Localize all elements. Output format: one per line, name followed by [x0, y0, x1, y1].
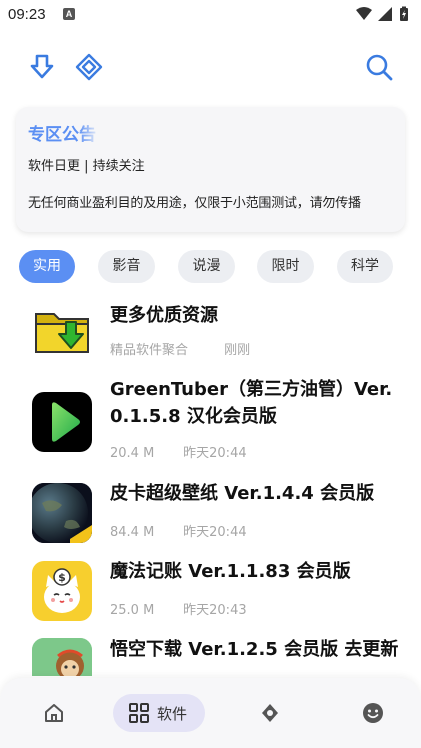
- app-meta: 25.0 M 昨天20:43: [110, 599, 247, 618]
- app-name: 更多优质资源: [110, 305, 218, 326]
- smiley-icon[interactable]: [362, 702, 384, 740]
- notification-icon: A: [63, 8, 75, 20]
- list-item[interactable]: 悟空下载 Ver.1.2.5 会员版 去更新: [0, 635, 421, 676]
- app-time: 刚刚: [224, 343, 251, 358]
- notice-title: 专区公告: [28, 125, 96, 145]
- svg-text:$: $: [58, 571, 66, 584]
- app-meta: 精品软件聚合 刚刚: [110, 339, 250, 358]
- app-size: 25.0 M: [110, 603, 155, 618]
- monkey-icon: [32, 638, 92, 676]
- app-name: 魔法记账 Ver.1.1.83 会员版: [110, 561, 351, 582]
- notice-subtitle: 软件日更 | 持续关注: [28, 159, 145, 174]
- status-time: 09:23: [8, 6, 46, 23]
- wifi-icon: [356, 7, 372, 20]
- app-name: 皮卡超级壁纸 Ver.1.4.4 会员版: [110, 483, 375, 504]
- nav-software-button[interactable]: 软件: [113, 694, 205, 732]
- app-size: 精品软件聚合: [110, 343, 189, 358]
- tab-practical[interactable]: 实用: [19, 250, 75, 283]
- download-icon[interactable]: [27, 52, 57, 82]
- app-name: GreenTuber（第三方油管）Ver. 0.1.5.8 汉化会员版: [110, 379, 393, 427]
- app-list: 更多优质资源 精品软件聚合 刚刚 GreenTuber（第三方油管）Ver. 0…: [0, 296, 421, 676]
- tab-limited[interactable]: 限时: [257, 250, 314, 283]
- nav-software-label: 软件: [157, 705, 188, 723]
- tab-comics[interactable]: 说漫: [178, 250, 235, 283]
- app-meta: 84.4 M 昨天20:44: [110, 521, 247, 540]
- app-time: 昨天20:44: [183, 446, 247, 461]
- folder-download-icon: [32, 300, 92, 360]
- app-size: 20.4 M: [110, 446, 155, 461]
- battery-icon: [400, 6, 408, 21]
- list-item[interactable]: GreenTuber（第三方油管）Ver. 0.1.5.8 汉化会员版 20.4…: [0, 376, 421, 468]
- top-toolbar: [0, 48, 421, 88]
- earth-wallpaper-icon: [32, 483, 92, 543]
- lucky-cat-icon: $: [32, 561, 92, 621]
- software-grid-icon: [129, 703, 149, 727]
- search-icon[interactable]: [364, 52, 394, 82]
- home-icon[interactable]: [44, 704, 64, 742]
- category-tabs: 实用 影音 说漫 限时 科学: [0, 250, 421, 284]
- compass-icon[interactable]: [260, 703, 280, 741]
- app-name: 悟空下载 Ver.1.2.5 会员版 去更新: [110, 639, 399, 660]
- list-item[interactable]: $ 魔法记账 Ver.1.1.83 会员版 25.0 M 昨天20:43: [0, 557, 421, 627]
- tab-media[interactable]: 影音: [98, 250, 155, 283]
- list-item[interactable]: 皮卡超级壁纸 Ver.1.4.4 会员版 84.4 M 昨天20:44: [0, 479, 421, 549]
- notice-card: 专区公告 软件日更 | 持续关注 无任何商业盈利目的及用途，仅限于小范围测试，请…: [16, 107, 405, 232]
- signal-icon: [378, 7, 392, 21]
- status-bar: 09:23 A: [0, 0, 421, 30]
- notice-description: 无任何商业盈利目的及用途，仅限于小范围测试，请勿传播: [28, 196, 361, 211]
- app-meta: 20.4 M 昨天20:44: [110, 442, 247, 461]
- bottom-navigation: 软件: [0, 678, 421, 748]
- app-time: 昨天20:43: [183, 603, 247, 618]
- diamond-grid-icon[interactable]: [74, 52, 104, 82]
- list-item[interactable]: 更多优质资源 精品软件聚合 刚刚: [0, 296, 421, 366]
- app-time: 昨天20:44: [183, 525, 247, 540]
- green-play-icon: [32, 392, 92, 452]
- tab-science[interactable]: 科学: [337, 250, 393, 283]
- status-icons: [355, 6, 413, 22]
- app-size: 84.4 M: [110, 525, 155, 540]
